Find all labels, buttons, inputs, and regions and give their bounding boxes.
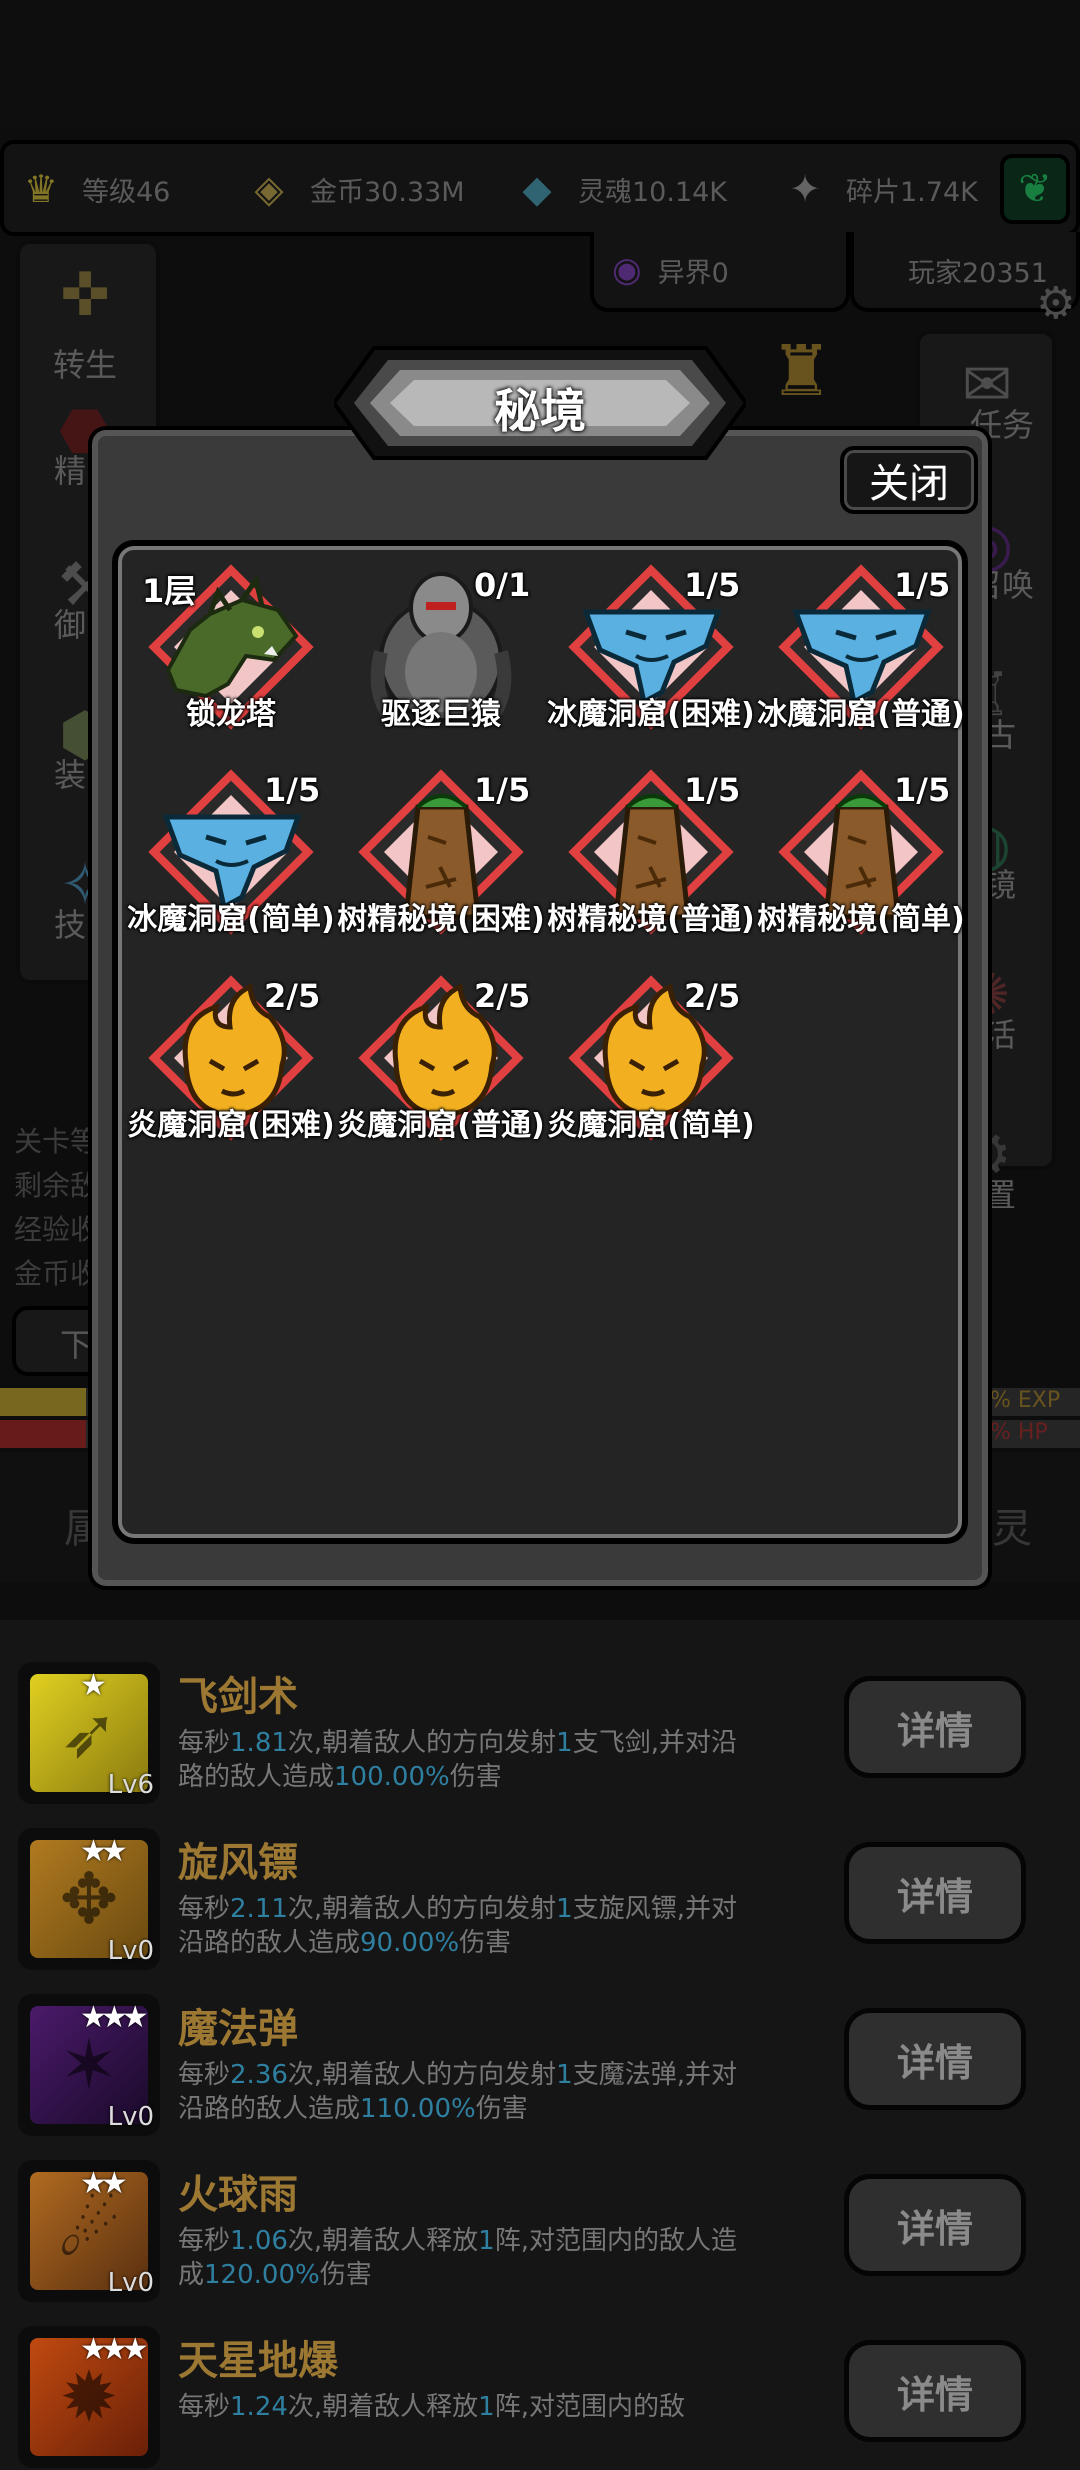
dialog-title: 秘境 [494,384,586,438]
skill-level: Lv0 [107,1936,154,1966]
skill-detail-button[interactable]: 详情 [844,1842,1026,1944]
skill-detail-button[interactable]: 详情 [844,2174,1026,2276]
star-rating-icon: ★★ [80,1834,128,1869]
skill-desc-text: 次,朝着敌人释放 [287,2226,479,2256]
skill-stat-value: 2.36 [230,2060,288,2090]
skill-icon[interactable]: ✶ ★★★ Lv0 [18,1994,160,2136]
dungeon-item[interactable]: 1/5 树精秘境(困难) [336,769,546,971]
skill-stat-value: 120.00% [204,2260,320,2290]
dungeon-item[interactable]: 1/5 树精秘境(简单) [756,769,966,971]
skill-detail-button[interactable]: 详情 [844,2340,1026,2442]
skill-description: 每秒1.81次,朝着敌人的方向发射1支飞剑,并对沿路的敌人造成100.00%伤害 [178,1726,738,1794]
skill-desc-text: 次,朝着敌人的方向发射 [287,2060,557,2090]
skill-list: ➶ ★ Lv6 飞剑术 每秒1.81次,朝着敌人的方向发射1支飞剑,并对沿路的敌人造成1… [0,1620,1080,2468]
star-rating-icon: ★★ [80,2166,128,2201]
skill-name: 魔法弹 [178,2006,298,2052]
skill-description: 每秒1.24次,朝着敌人释放1阵,对范围内的敌 [178,2390,738,2424]
star-rating-icon: ★ [80,1668,107,1703]
dungeon-name: 锁龙塔 [186,697,276,732]
skill-icon[interactable]: ✥ ★★ Lv0 [18,1828,160,1970]
skill-stat-value: 1.24 [230,2392,288,2422]
skill-desc-text: 每秒 [178,1894,231,1924]
dungeon-item[interactable]: 1层锁龙塔 [126,564,336,766]
dungeon-progress: 1/5 [684,771,741,809]
skill-desc-text: 伤害 [449,1762,502,1792]
dungeon-name: 冰魔洞窟(困难) [547,697,755,732]
dungeon-progress: 2/5 [474,977,531,1015]
skill-row: ✹ ★★★ 天星地爆每秒1.24次,朝着敌人释放1阵,对范围内的敌 详情 [0,2304,1080,2470]
skill-name: 天星地爆 [178,2338,338,2384]
dungeon-item[interactable]: 1/5 树精秘境(普通) [546,769,756,971]
skill-desc-text: 每秒 [178,2060,231,2090]
skill-desc-text: 每秒 [178,2226,231,2256]
skill-desc-text: 伤害 [475,2094,528,2124]
skill-row: ☄ ★★ Lv0 火球雨 每秒1.06次,朝着敌人释放1阵,对范围内的敌人造成120.0… [0,2138,1080,2304]
skill-description: 每秒2.11次,朝着敌人的方向发射1支旋风镖,并对沿路的敌人造成90.00%伤害 [178,1892,738,1960]
skill-name: 火球雨 [178,2172,298,2218]
skill-row: ✥ ★★ Lv0 旋风镖 每秒2.11次,朝着敌人的方向发射1支旋风镖,并对沿路的敌人造… [0,1806,1080,1972]
dungeon-progress: 1/5 [684,566,741,604]
skill-stat-value: 1 [478,2226,495,2256]
skill-desc-text: 次,朝着敌人的方向发射 [287,1894,557,1924]
dungeon-progress: 1/5 [894,771,951,809]
skill-stat-value: 1.81 [230,1728,288,1758]
skill-stat-value: 90.00% [360,1928,460,1958]
dungeon-name: 树精秘境(困难) [337,902,545,937]
dungeon-item[interactable]: 1/5 冰魔洞窟(简单) [126,769,336,971]
skill-stat-value: 110.00% [360,2094,476,2124]
star-rating-icon: ★★★ [80,2332,149,2367]
skill-desc-text: 每秒 [178,2392,231,2422]
skill-stat-value: 1 [556,1894,573,1924]
skill-name: 旋风镖 [178,1840,298,1886]
dungeon-item[interactable]: 0/1 驱逐巨猿 [336,566,546,766]
skill-level: Lv0 [107,2268,154,2298]
skill-description: 每秒2.36次,朝着敌人的方向发射1支魔法弹,并对沿路的敌人造成110.00%伤… [178,2058,738,2126]
dungeon-name: 冰魔洞窟(简单) [127,902,335,937]
dungeon-item[interactable]: 2/5 炎魔洞窟(普通) [336,975,546,1177]
dungeon-item[interactable]: 1/5 冰魔洞窟(普通) [756,564,966,766]
skill-icon[interactable]: ✹ ★★★ [18,2326,160,2468]
skill-detail-button[interactable]: 详情 [844,2008,1026,2110]
dungeon-item[interactable]: 2/5 炎魔洞窟(困难) [126,975,336,1177]
close-button[interactable]: 关闭 [840,446,978,514]
dungeon-progress: 2/5 [684,977,741,1015]
dungeon-progress: 1/5 [894,566,951,604]
skill-desc-text: 次,朝着敌人的方向发射 [287,1728,557,1758]
skill-stat-value: 2.11 [230,1894,288,1924]
dungeon-progress: 0/1 [474,566,531,604]
skill-stat-value: 1 [556,2060,573,2090]
dungeon-name: 冰魔洞窟(普通) [757,697,965,732]
dungeon-name: 树精秘境(普通) [547,902,755,937]
skill-detail-button[interactable]: 详情 [844,1676,1026,1778]
skill-stat-value: 1.06 [230,2226,288,2256]
dungeon-name: 炎魔洞窟(困难) [127,1108,335,1143]
dungeon-item[interactable]: 2/5 炎魔洞窟(简单) [546,975,756,1177]
skill-icon[interactable]: ➶ ★ Lv6 [18,1662,160,1804]
dungeon-name: 炎魔洞窟(简单) [547,1108,755,1143]
skill-desc-text: 每秒 [178,1728,231,1758]
skill-desc-text: 次,朝着敌人释放 [287,2392,479,2422]
skill-desc-text: 伤害 [459,1928,512,1958]
skill-icon[interactable]: ☄ ★★ Lv0 [18,2160,160,2302]
skill-description: 每秒1.06次,朝着敌人释放1阵,对范围内的敌人造成120.00%伤害 [178,2224,738,2292]
dungeon-item[interactable]: 1/5 冰魔洞窟(困难) [546,564,756,766]
skill-stat-value: 100.00% [334,1762,450,1792]
dungeon-progress: 2/5 [264,977,321,1015]
skill-stat-value: 1 [556,1728,573,1758]
dungeon-progress: 1/5 [474,771,531,809]
skill-name: 飞剑术 [178,1674,298,1720]
skill-row: ✶ ★★★ Lv0 魔法弹 每秒2.36次,朝着敌人的方向发射1支魔法弹,并对沿路的敌人… [0,1972,1080,2138]
skill-stat-value: 1 [478,2392,495,2422]
skill-level: Lv0 [107,2102,154,2132]
dungeon-progress: 1层 [142,572,197,610]
skill-desc-text: 伤害 [319,2260,372,2290]
star-rating-icon: ★★★ [80,2000,149,2035]
dungeon-progress: 1/5 [264,771,321,809]
skill-row: ➶ ★ Lv6 飞剑术 每秒1.81次,朝着敌人的方向发射1支飞剑,并对沿路的敌人造成1… [0,1640,1080,1806]
dungeon-name: 炎魔洞窟(普通) [337,1108,545,1143]
dungeon-name: 驱逐巨猿 [381,697,501,732]
skill-desc-text: 阵,对范围内的敌 [494,2392,685,2422]
dungeon-name: 树精秘境(简单) [757,902,965,937]
skill-level: Lv6 [107,1770,154,1800]
